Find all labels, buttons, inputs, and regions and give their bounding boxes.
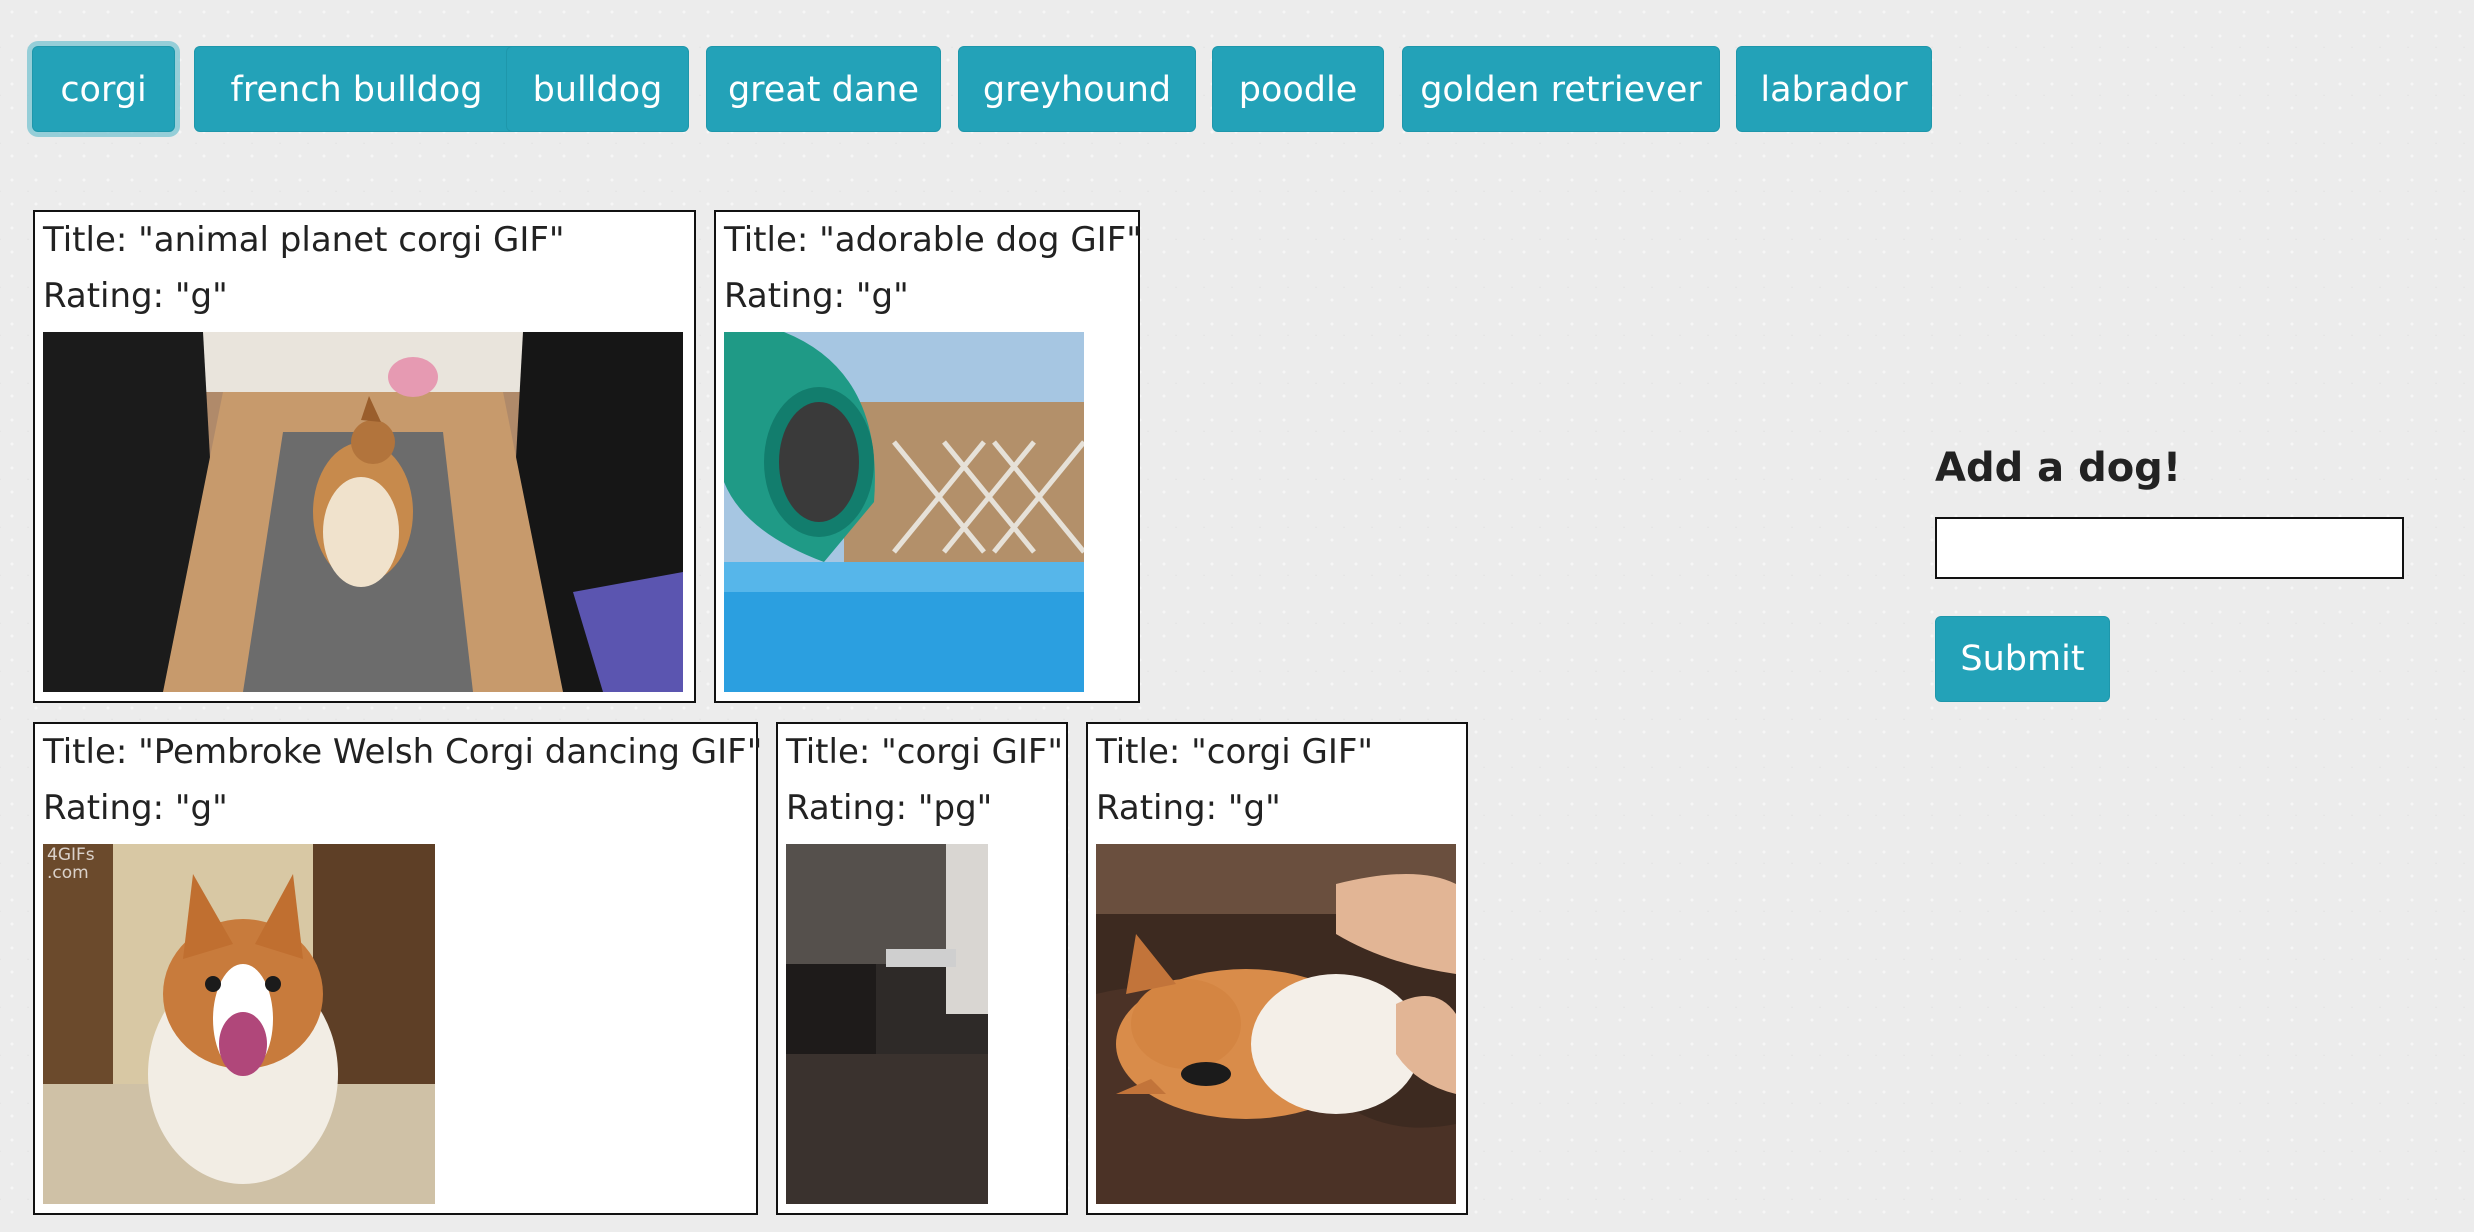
- gif-image[interactable]: [1096, 844, 1456, 1204]
- gif-title: Title: "adorable dog GIF": [724, 220, 1142, 260]
- breed-button-corgi[interactable]: corgi: [32, 46, 175, 132]
- gif-rating: Rating: "g": [43, 788, 228, 828]
- gif-title: Title: "corgi GIF": [1096, 732, 1374, 772]
- breed-button-bulldog[interactable]: bulldog: [506, 46, 689, 132]
- breed-button-poodle[interactable]: poodle: [1212, 46, 1384, 132]
- gif-rating: Rating: "g": [43, 276, 228, 316]
- breed-button-golden-retriever[interactable]: golden retriever: [1402, 46, 1720, 132]
- dog-name-input[interactable]: [1935, 517, 2404, 579]
- gif-title: Title: "corgi GIF": [786, 732, 1064, 772]
- gif-card: Title: "Pembroke Welsh Corgi dancing GIF…: [33, 722, 762, 1215]
- breed-button-labrador[interactable]: labrador: [1736, 46, 1932, 132]
- gif-watermark: 4GIFs .com: [47, 845, 95, 883]
- dark-room-image: [786, 844, 988, 1204]
- gif-image[interactable]: [43, 332, 683, 692]
- gif-card: Title: "corgi GIF" Rating: "g": [1086, 722, 1468, 1215]
- dancing-corgi-image: [43, 844, 435, 1204]
- gif-image[interactable]: [786, 844, 988, 1204]
- corgi-belly-rub-image: [1096, 844, 1456, 1204]
- gif-rating: Rating: "g": [1096, 788, 1281, 828]
- gif-image[interactable]: 4GIFs .com: [43, 844, 435, 1204]
- gif-title: Title: "Pembroke Welsh Corgi dancing GIF…: [43, 732, 763, 772]
- gif-rating: Rating: "g": [724, 276, 909, 316]
- gif-title: Title: "animal planet corgi GIF": [43, 220, 565, 260]
- corgi-hallway-image: [43, 332, 683, 692]
- breed-button-greyhound[interactable]: greyhound: [958, 46, 1196, 132]
- gif-rating: Rating: "pg": [786, 788, 993, 828]
- gif-image[interactable]: [724, 332, 1084, 692]
- breed-button-french-bulldog[interactable]: french bulldog: [194, 46, 519, 132]
- gif-card: Title: "animal planet corgi GIF" Rating:…: [33, 210, 696, 703]
- pool-slide-image: [724, 332, 1084, 692]
- submit-button[interactable]: Submit: [1935, 616, 2110, 702]
- breed-button-great-dane[interactable]: great dane: [706, 46, 941, 132]
- gif-card: Title: "adorable dog GIF" Rating: "g": [714, 210, 1142, 703]
- add-dog-heading: Add a dog!: [1935, 445, 2182, 491]
- gif-card: Title: "corgi GIF" Rating: "pg": [776, 722, 1068, 1215]
